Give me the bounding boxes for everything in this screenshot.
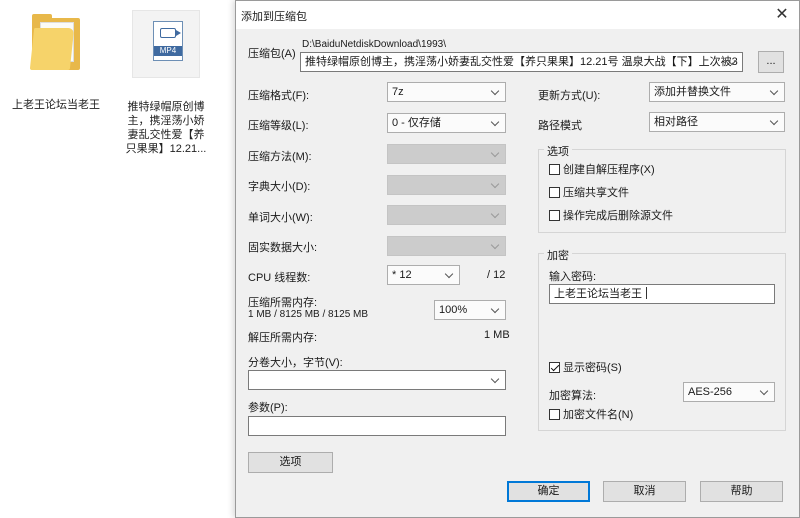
format-label: 压缩格式(F): [248,90,310,102]
threads-select[interactable]: * 12 [387,265,460,285]
update-mode-select[interactable]: 添加并替换文件 [649,82,785,102]
split-label: 分卷大小，字节(V): [248,357,343,369]
add-to-archive-dialog: 添加到压缩包 ✕ 压缩包(A) D:\BaiduNetdiskDownload\… [235,0,800,518]
split-size-combo[interactable] [248,370,506,390]
threads-max: / 12 [487,269,506,281]
archive-path: D:\BaiduNetdiskDownload\1993\ [302,39,446,50]
password-value: 上老王论坛当老王 [554,288,642,300]
options-group-title: 选项 [544,143,572,159]
method-label: 压缩方法(M): [248,151,312,163]
dict-select [387,175,506,195]
chevron-down-icon [490,176,502,194]
chevron-down-icon [490,114,502,132]
checkbox-icon [549,187,560,198]
chevron-down-icon [490,206,502,224]
delete-label: 操作完成后删除源文件 [563,210,673,222]
encryption-method-value: AES-256 [688,386,733,398]
show-password-label: 显示密码(S) [563,362,622,374]
delete-checkbox[interactable]: 操作完成后删除源文件 [549,210,673,223]
mp4-file-icon: MP4 [132,10,200,78]
password-label: 输入密码: [549,271,597,283]
path-mode-select[interactable]: 相对路径 [649,112,785,132]
desktop-folder[interactable]: 上老王论坛当老王 [12,14,100,112]
params-label: 参数(P): [248,402,288,414]
options-button[interactable]: 选项 [248,452,333,473]
title-bar: 添加到压缩包 ✕ [236,1,799,29]
file-type-tag: MP4 [154,46,182,56]
memory-percent-value: 100% [439,304,468,316]
threads-label: CPU 线程数: [248,272,311,284]
path-mode-value: 相对路径 [654,116,698,128]
checkbox-icon [549,164,560,175]
level-select[interactable]: 0 - 仅存储 [387,113,506,133]
chevron-down-icon [490,145,502,163]
sfx-checkbox[interactable]: 创建自解压程序(X) [549,164,655,177]
chevron-down-icon [490,371,502,389]
archive-label: 压缩包(A) [248,48,296,60]
path-mode-label: 路径模式 [538,120,582,132]
checkbox-icon [549,409,560,420]
dict-label: 字典大小(D): [248,181,311,193]
level-value: 0 - 仅存储 [392,117,441,129]
memory-percent-select[interactable]: 100% [434,300,506,320]
threads-value: * 12 [392,269,412,281]
chevron-down-icon [759,383,771,401]
text-cursor-icon [646,287,647,299]
update-mode-label: 更新方式(U): [538,90,601,102]
chevron-down-icon [444,266,456,284]
password-input[interactable]: 上老王论坛当老王 [549,284,775,304]
checkbox-icon [549,210,560,221]
mem-compress-label: 压缩所需内存: [248,297,318,309]
options-group: 选项 创建自解压程序(X) 压缩共享文件 操作完成后删除源文件 [538,143,786,233]
solid-select [387,236,506,256]
folder-icon [28,14,84,72]
close-icon[interactable]: ✕ [771,5,793,25]
shared-label: 压缩共享文件 [563,187,629,199]
format-value: 7z [392,86,404,98]
encryption-method-select[interactable]: AES-256 [683,382,775,402]
word-select [387,205,506,225]
chevron-down-icon [769,113,781,131]
encryption-group: 加密 输入密码: 上老王论坛当老王 显示密码(S) 加密算法: AES-256 … [538,247,786,431]
folder-label: 上老王论坛当老王 [12,99,100,111]
archive-name-value: 推特绿帽原创博主，携淫荡小娇妻乱交性爱【养只果果】12.21号 温泉大战【下】上… [305,56,738,68]
chevron-down-icon [727,53,739,71]
desktop-video-file[interactable]: MP4 推特绿帽原创博主，携淫荡小娇妻乱交性爱【养只果果】12.21... [120,10,212,156]
chevron-down-icon [490,237,502,255]
dialog-title: 添加到压缩包 [241,11,307,23]
mem-decompress-value: 1 MB [484,329,510,341]
word-label: 单词大小(W): [248,212,313,224]
method-select [387,144,506,164]
encryption-method-label: 加密算法: [549,390,597,402]
solid-label: 固实数据大小: [248,242,318,254]
level-label: 压缩等级(L): [248,120,309,132]
format-select[interactable]: 7z [387,82,506,102]
chevron-down-icon [769,83,781,101]
ok-button[interactable]: 确定 [507,481,590,502]
cancel-button[interactable]: 取消 [603,481,686,502]
chevron-down-icon [490,301,502,319]
mem-compress-detail: 1 MB / 8125 MB / 8125 MB [248,309,369,320]
file-label: 推特绿帽原创博主，携淫荡小娇妻乱交性爱【养只果果】12.21... [125,101,207,155]
encrypt-names-label: 加密文件名(N) [563,409,634,421]
sfx-label: 创建自解压程序(X) [563,164,655,176]
encrypt-names-checkbox[interactable]: 加密文件名(N) [549,409,633,422]
show-password-checkbox[interactable]: 显示密码(S) [549,362,622,375]
params-input[interactable] [248,416,506,436]
browse-button[interactable]: ... [758,51,784,73]
archive-name-combo[interactable]: 推特绿帽原创博主，携淫荡小娇妻乱交性爱【养只果果】12.21号 温泉大战【下】上… [300,52,743,72]
encryption-group-title: 加密 [544,247,572,263]
chevron-down-icon [490,83,502,101]
checkbox-checked-icon [549,362,560,373]
help-button[interactable]: 帮助 [700,481,783,502]
update-mode-value: 添加并替换文件 [654,86,731,98]
mem-decompress-label: 解压所需内存: [248,332,318,344]
shared-checkbox[interactable]: 压缩共享文件 [549,187,629,200]
